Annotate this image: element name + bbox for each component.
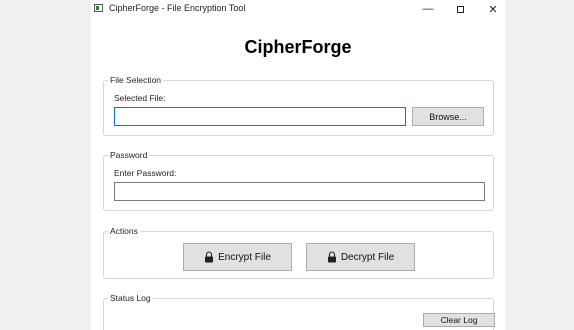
decrypt-file-button[interactable]: Decrypt File xyxy=(306,243,415,271)
close-button[interactable]: ✕ xyxy=(477,0,505,18)
actions-group: Actions Encrypt File Decrypt File xyxy=(103,226,494,279)
file-selection-group: File Selection Selected File: Browse... xyxy=(103,75,494,136)
selected-file-input[interactable] xyxy=(115,108,405,125)
actions-legend: Actions xyxy=(108,226,140,236)
browse-button[interactable]: Browse... xyxy=(412,107,484,126)
encrypt-file-label: Encrypt File xyxy=(218,251,271,263)
title-bar[interactable]: CipherForge - File Encryption Tool — ✕ xyxy=(91,0,505,18)
close-icon: ✕ xyxy=(488,3,498,16)
encrypt-file-button[interactable]: Encrypt File xyxy=(183,243,292,271)
password-input[interactable] xyxy=(115,183,484,200)
desktop-background-left xyxy=(0,0,91,330)
enter-password-label: Enter Password: xyxy=(114,168,177,178)
maximize-icon xyxy=(456,5,464,13)
lock-icon xyxy=(205,251,214,263)
app-window-icon xyxy=(94,4,103,12)
password-field[interactable] xyxy=(114,182,485,201)
minimize-icon: — xyxy=(422,3,434,15)
maximize-button[interactable] xyxy=(444,0,476,18)
desktop-background-right xyxy=(505,0,574,330)
password-group: Password Enter Password: xyxy=(103,150,494,211)
lock-icon xyxy=(327,251,336,263)
app-heading: CipherForge xyxy=(244,37,352,57)
app-window: CipherForge - File Encryption Tool — ✕ C… xyxy=(91,0,505,330)
minimize-button[interactable]: — xyxy=(412,0,444,18)
window-title: CipherForge - File Encryption Tool xyxy=(109,3,246,13)
decrypt-file-label: Decrypt File xyxy=(340,251,395,263)
clear-log-button[interactable]: Clear Log xyxy=(423,313,495,327)
password-legend: Password xyxy=(108,150,150,160)
status-log-legend: Status Log xyxy=(108,293,153,303)
selected-file-label: Selected File: xyxy=(114,93,166,103)
selected-file-field[interactable] xyxy=(114,107,406,126)
file-selection-legend: File Selection xyxy=(108,75,164,85)
